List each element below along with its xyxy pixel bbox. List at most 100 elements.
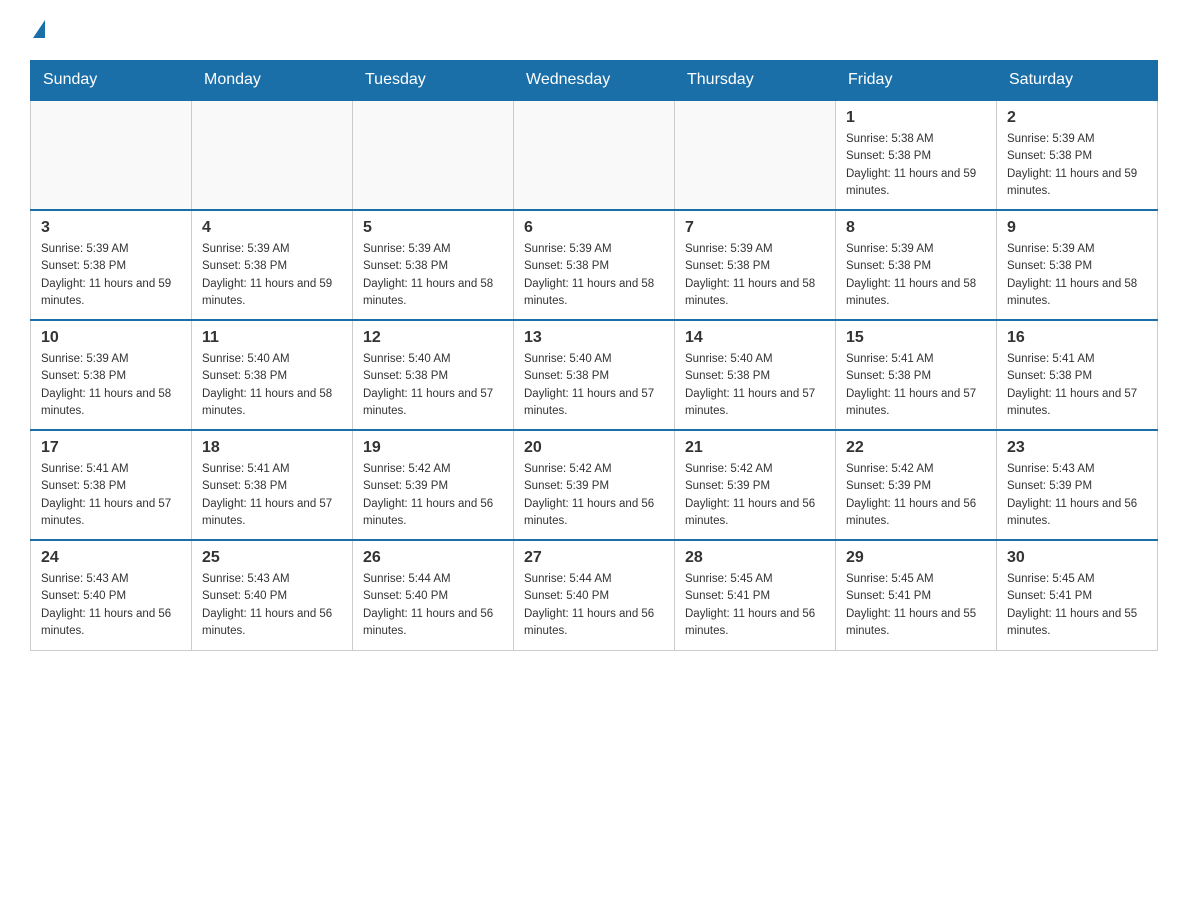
day-number: 22 xyxy=(846,439,986,457)
day-number: 18 xyxy=(202,439,342,457)
day-number: 25 xyxy=(202,549,342,567)
day-info: Sunrise: 5:39 AMSunset: 5:38 PMDaylight:… xyxy=(41,241,181,310)
calendar-cell: 30 Sunrise: 5:45 AMSunset: 5:41 PMDayligh… xyxy=(997,540,1158,650)
calendar-cell: 29 Sunrise: 5:45 AMSunset: 5:41 PMDayligh… xyxy=(836,540,997,650)
day-info: Sunrise: 5:39 AMSunset: 5:38 PMDaylight:… xyxy=(363,241,503,310)
day-info: Sunrise: 5:41 AMSunset: 5:38 PMDaylight:… xyxy=(41,461,181,530)
day-number: 5 xyxy=(363,219,503,237)
calendar-cell: 7 Sunrise: 5:39 AMSunset: 5:38 PMDaylight… xyxy=(675,210,836,320)
calendar-cell xyxy=(192,100,353,210)
day-of-week-header: Thursday xyxy=(675,61,836,101)
calendar-cell: 19 Sunrise: 5:42 AMSunset: 5:39 PMDayligh… xyxy=(353,430,514,540)
calendar-cell: 17 Sunrise: 5:41 AMSunset: 5:38 PMDayligh… xyxy=(31,430,192,540)
day-info: Sunrise: 5:39 AMSunset: 5:38 PMDaylight:… xyxy=(685,241,825,310)
calendar-cell: 9Sunrise: 5:39 AMSunset: 5:38 PMDaylight… xyxy=(997,210,1158,320)
calendar-cell: 16 Sunrise: 5:41 AMSunset: 5:38 PMDayligh… xyxy=(997,320,1158,430)
day-info: Sunrise: 5:41 AMSunset: 5:38 PMDaylight:… xyxy=(202,461,342,530)
calendar-week-row: 10 Sunrise: 5:39 AMSunset: 5:38 PMDayligh… xyxy=(31,320,1158,430)
day-number: 15 xyxy=(846,329,986,347)
day-info: Sunrise: 5:45 AMSunset: 5:41 PMDaylight:… xyxy=(685,571,825,640)
calendar-week-row: 24 Sunrise: 5:43 AMSunset: 5:40 PMDayligh… xyxy=(31,540,1158,650)
day-number: 16 xyxy=(1007,329,1147,347)
day-number: 21 xyxy=(685,439,825,457)
day-info: Sunrise: 5:45 AMSunset: 5:41 PMDaylight:… xyxy=(846,571,986,640)
day-info: Sunrise: 5:42 AMSunset: 5:39 PMDaylight:… xyxy=(685,461,825,530)
page-header xyxy=(30,20,1158,40)
day-info: Sunrise: 5:39 AMSunset: 5:38 PMDaylight:… xyxy=(524,241,664,310)
day-number: 2 xyxy=(1007,109,1147,127)
day-info: Sunrise: 5:44 AMSunset: 5:40 PMDaylight:… xyxy=(524,571,664,640)
calendar-cell: 5 Sunrise: 5:39 AMSunset: 5:38 PMDaylight… xyxy=(353,210,514,320)
calendar-cell: 23 Sunrise: 5:43 AMSunset: 5:39 PMDayligh… xyxy=(997,430,1158,540)
calendar-week-row: 1Sunrise: 5:38 AMSunset: 5:38 PMDaylight… xyxy=(31,100,1158,210)
day-info: Sunrise: 5:44 AMSunset: 5:40 PMDaylight:… xyxy=(363,571,503,640)
day-number: 17 xyxy=(41,439,181,457)
day-number: 1 xyxy=(846,109,986,127)
day-number: 24 xyxy=(41,549,181,567)
calendar-week-row: 17 Sunrise: 5:41 AMSunset: 5:38 PMDayligh… xyxy=(31,430,1158,540)
calendar-cell: 1Sunrise: 5:38 AMSunset: 5:38 PMDaylight… xyxy=(836,100,997,210)
day-info: Sunrise: 5:42 AMSunset: 5:39 PMDaylight:… xyxy=(363,461,503,530)
calendar-cell: 6 Sunrise: 5:39 AMSunset: 5:38 PMDaylight… xyxy=(514,210,675,320)
calendar-cell: 20 Sunrise: 5:42 AMSunset: 5:39 PMDayligh… xyxy=(514,430,675,540)
logo xyxy=(30,20,45,40)
day-info: Sunrise: 5:39 AMSunset: 5:38 PMDaylight:… xyxy=(1007,131,1147,200)
day-number: 14 xyxy=(685,329,825,347)
day-number: 27 xyxy=(524,549,664,567)
day-info: Sunrise: 5:42 AMSunset: 5:39 PMDaylight:… xyxy=(524,461,664,530)
day-of-week-header: Saturday xyxy=(997,61,1158,101)
calendar-cell: 18 Sunrise: 5:41 AMSunset: 5:38 PMDayligh… xyxy=(192,430,353,540)
day-number: 11 xyxy=(202,329,342,347)
day-number: 20 xyxy=(524,439,664,457)
day-info: Sunrise: 5:42 AMSunset: 5:39 PMDaylight:… xyxy=(846,461,986,530)
day-number: 8 xyxy=(846,219,986,237)
calendar-cell: 28 Sunrise: 5:45 AMSunset: 5:41 PMDayligh… xyxy=(675,540,836,650)
calendar-cell xyxy=(353,100,514,210)
day-number: 30 xyxy=(1007,549,1147,567)
day-number: 10 xyxy=(41,329,181,347)
day-of-week-header: Tuesday xyxy=(353,61,514,101)
day-info: Sunrise: 5:41 AMSunset: 5:38 PMDaylight:… xyxy=(846,351,986,420)
day-number: 7 xyxy=(685,219,825,237)
calendar-cell: 2 Sunrise: 5:39 AMSunset: 5:38 PMDaylight… xyxy=(997,100,1158,210)
day-of-week-header: Wednesday xyxy=(514,61,675,101)
calendar-table: SundayMondayTuesdayWednesdayThursdayFrid… xyxy=(30,60,1158,651)
calendar-cell: 25 Sunrise: 5:43 AMSunset: 5:40 PMDayligh… xyxy=(192,540,353,650)
calendar-cell: 22 Sunrise: 5:42 AMSunset: 5:39 PMDayligh… xyxy=(836,430,997,540)
day-info: Sunrise: 5:39 AMSunset: 5:38 PMDaylight:… xyxy=(846,241,986,310)
day-info: Sunrise: 5:43 AMSunset: 5:40 PMDaylight:… xyxy=(202,571,342,640)
day-number: 12 xyxy=(363,329,503,347)
calendar-cell xyxy=(31,100,192,210)
day-of-week-header: Friday xyxy=(836,61,997,101)
day-info: Sunrise: 5:39 AMSunset: 5:38 PMDaylight:… xyxy=(1007,241,1147,310)
day-info: Sunrise: 5:45 AMSunset: 5:41 PMDaylight:… xyxy=(1007,571,1147,640)
calendar-cell: 14 Sunrise: 5:40 AMSunset: 5:38 PMDayligh… xyxy=(675,320,836,430)
calendar-cell: 4 Sunrise: 5:39 AMSunset: 5:38 PMDaylight… xyxy=(192,210,353,320)
day-number: 3 xyxy=(41,219,181,237)
calendar-cell: 12 Sunrise: 5:40 AMSunset: 5:38 PMDayligh… xyxy=(353,320,514,430)
day-info: Sunrise: 5:40 AMSunset: 5:38 PMDaylight:… xyxy=(685,351,825,420)
day-number: 28 xyxy=(685,549,825,567)
day-number: 23 xyxy=(1007,439,1147,457)
day-info: Sunrise: 5:43 AMSunset: 5:40 PMDaylight:… xyxy=(41,571,181,640)
calendar-cell: 11 Sunrise: 5:40 AMSunset: 5:38 PMDayligh… xyxy=(192,320,353,430)
calendar-cell: 24 Sunrise: 5:43 AMSunset: 5:40 PMDayligh… xyxy=(31,540,192,650)
logo-triangle-icon xyxy=(33,20,45,38)
day-info: Sunrise: 5:43 AMSunset: 5:39 PMDaylight:… xyxy=(1007,461,1147,530)
calendar-cell: 10 Sunrise: 5:39 AMSunset: 5:38 PMDayligh… xyxy=(31,320,192,430)
day-info: Sunrise: 5:40 AMSunset: 5:38 PMDaylight:… xyxy=(363,351,503,420)
day-number: 4 xyxy=(202,219,342,237)
calendar-cell: 27 Sunrise: 5:44 AMSunset: 5:40 PMDayligh… xyxy=(514,540,675,650)
calendar-cell: 21 Sunrise: 5:42 AMSunset: 5:39 PMDayligh… xyxy=(675,430,836,540)
day-number: 19 xyxy=(363,439,503,457)
day-info: Sunrise: 5:39 AMSunset: 5:38 PMDaylight:… xyxy=(41,351,181,420)
calendar-cell: 8 Sunrise: 5:39 AMSunset: 5:38 PMDaylight… xyxy=(836,210,997,320)
day-number: 6 xyxy=(524,219,664,237)
day-number: 29 xyxy=(846,549,986,567)
calendar-cell: 15 Sunrise: 5:41 AMSunset: 5:38 PMDayligh… xyxy=(836,320,997,430)
day-info: Sunrise: 5:40 AMSunset: 5:38 PMDaylight:… xyxy=(202,351,342,420)
day-info: Sunrise: 5:41 AMSunset: 5:38 PMDaylight:… xyxy=(1007,351,1147,420)
calendar-header-row: SundayMondayTuesdayWednesdayThursdayFrid… xyxy=(31,61,1158,101)
calendar-cell: 13Sunrise: 5:40 AMSunset: 5:38 PMDayligh… xyxy=(514,320,675,430)
day-info: Sunrise: 5:39 AMSunset: 5:38 PMDaylight:… xyxy=(202,241,342,310)
